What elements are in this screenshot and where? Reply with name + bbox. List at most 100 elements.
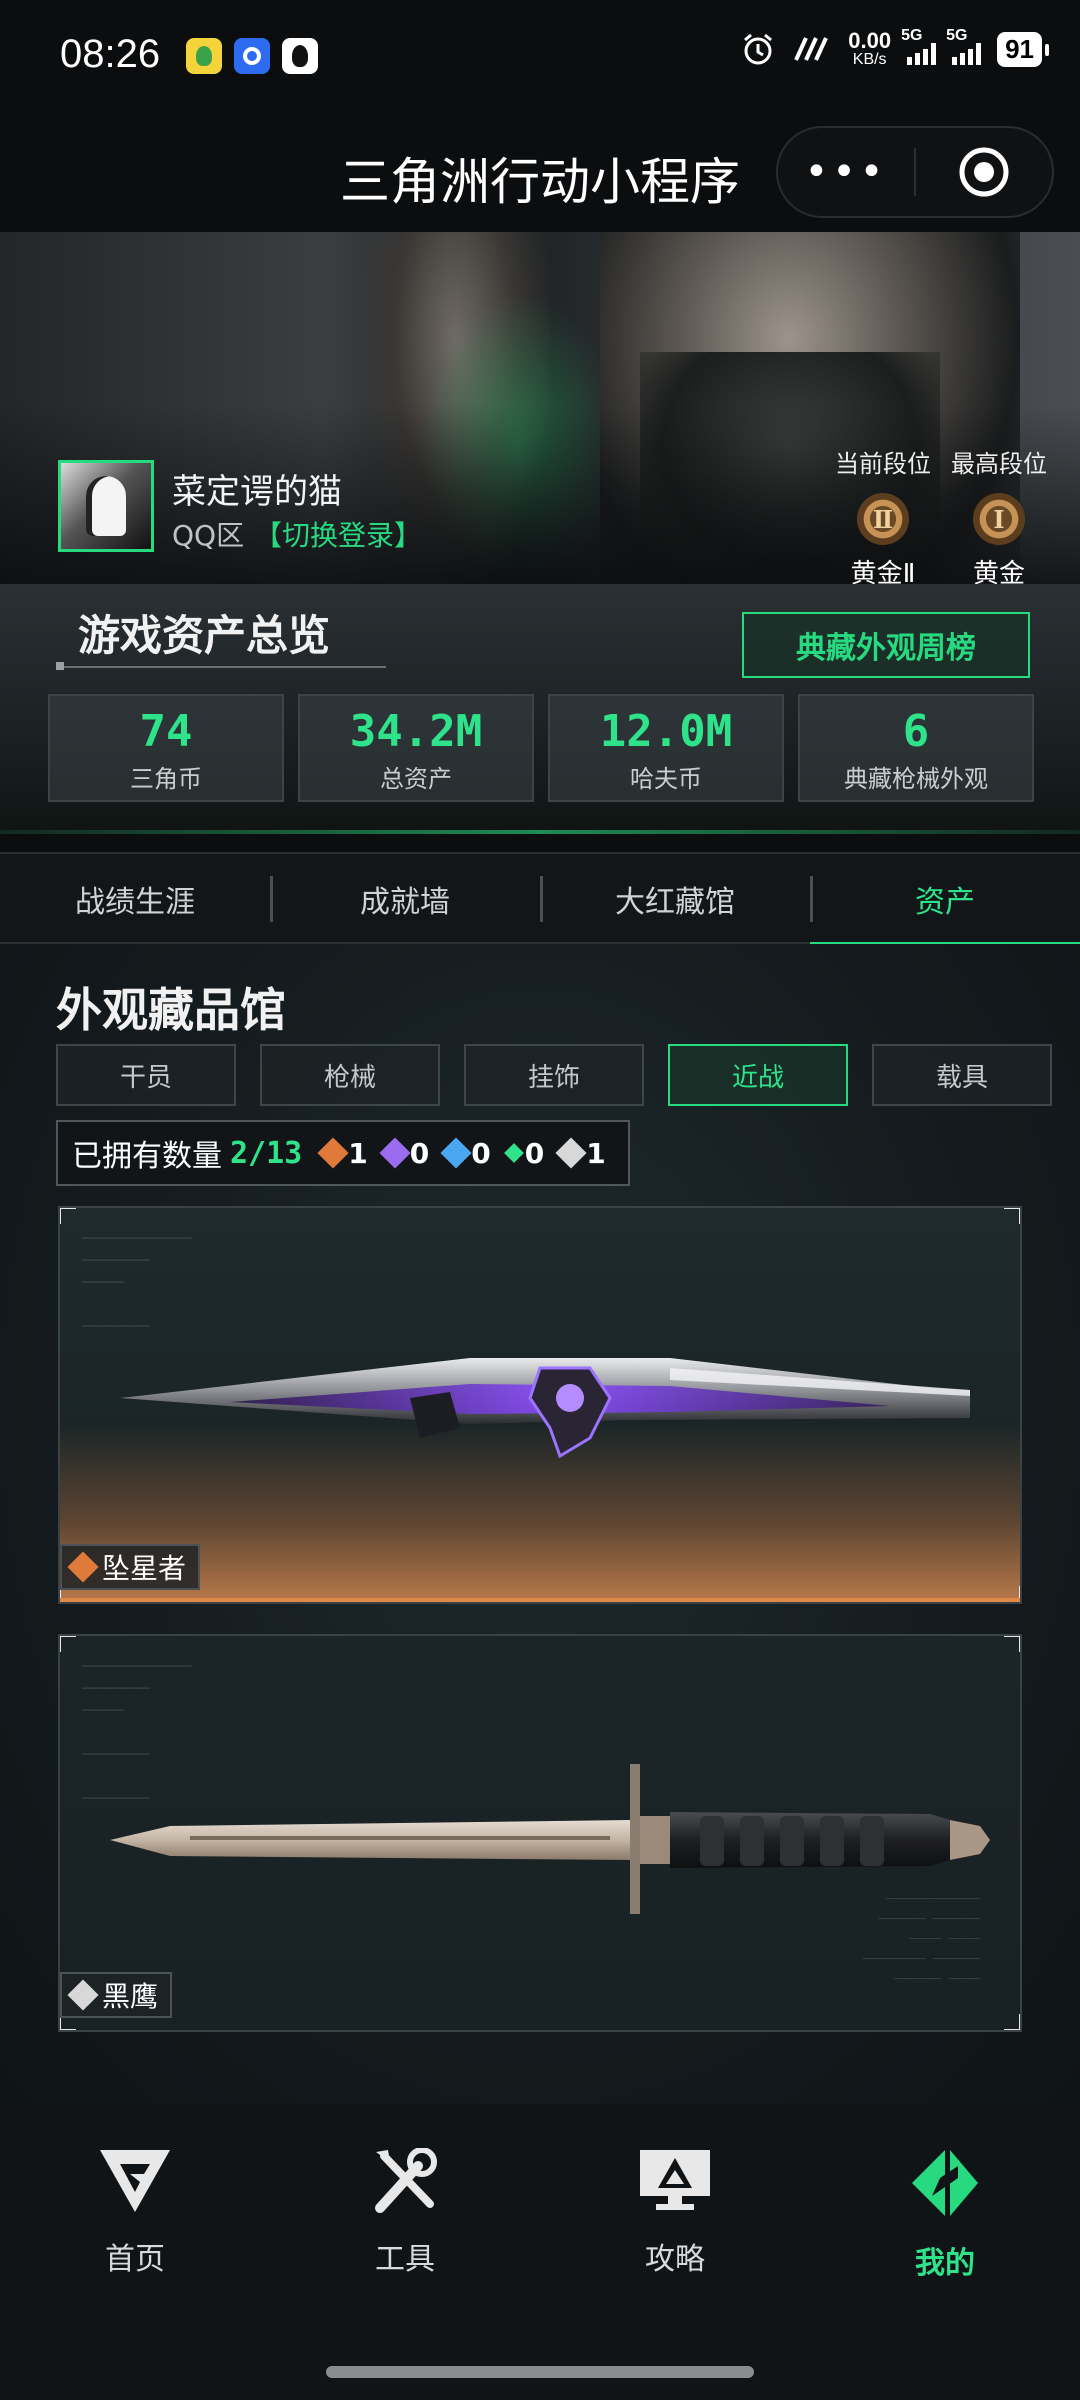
notification-icons: [186, 38, 318, 74]
card-corner: [1004, 2014, 1020, 2030]
avatar-silhouette-icon: [86, 476, 126, 536]
miniprogram-capsule: •••: [776, 126, 1054, 218]
status-time: 08:26: [60, 32, 161, 76]
guide-monitor-icon: [640, 2150, 710, 2210]
nav-tools[interactable]: 工具: [270, 2147, 540, 2278]
tab-achievements[interactable]: 成就墙: [270, 854, 540, 944]
current-rank-label: 当前段位: [835, 450, 931, 478]
category-operators[interactable]: 干员: [56, 1044, 236, 1106]
title-bar: 三角洲行动小程序 •••: [0, 116, 1080, 232]
notification-app-icon: [186, 38, 222, 74]
blue-rarity-icon: [440, 1137, 472, 1169]
tab-assets[interactable]: 资产: [810, 854, 1080, 946]
stat-label: 哈夫币: [630, 765, 702, 793]
nav-guides[interactable]: 攻略: [540, 2148, 810, 2278]
nav-label: 首页: [105, 2242, 165, 2277]
rarity-count: 0: [379, 1136, 430, 1170]
current-rank: 当前段位 Ⅱ 黄金Ⅱ: [828, 444, 938, 584]
title-underline: [56, 662, 386, 670]
category-filter: 干员 枪械 挂饰 近战 载具: [56, 1044, 1052, 1106]
more-button[interactable]: •••: [778, 149, 914, 195]
stat-card: 12.0M 哈夫币: [548, 694, 784, 802]
current-rank-name: 黄金Ⅱ: [850, 559, 916, 584]
collection-item-card[interactable]: ───────────── ──────── ───── ──────── ──────…: [58, 1634, 1022, 2032]
stats-row: 74 三角币 34.2M 总资产 12.0M 哈夫币 6 典藏枪械外观: [48, 694, 1034, 802]
rarity-count: 0: [440, 1136, 491, 1170]
tab-career[interactable]: 战绩生涯: [0, 854, 270, 944]
nav-profile[interactable]: 我的: [810, 2148, 1080, 2282]
gold-rank-badge-icon: Ⅱ: [857, 493, 909, 545]
orange-rarity-icon: [317, 1137, 349, 1169]
profile-logo-icon: [912, 2150, 978, 2216]
server-zone: QQ区: [172, 519, 245, 552]
card-corner: [60, 1208, 76, 1224]
category-charms[interactable]: 挂饰: [464, 1044, 644, 1106]
weekly-ranking-button[interactable]: 典藏外观周榜: [742, 612, 1030, 678]
white-rarity-icon: [555, 1137, 587, 1169]
bottom-navigation: 首页 工具 攻略 我的: [0, 2104, 1080, 2400]
owned-label: 已拥有数量: [72, 1139, 222, 1174]
highest-rank: 最高段位 Ⅰ 黄金: [944, 444, 1054, 584]
rarity-count-value: 1: [586, 1136, 606, 1170]
card-background-pattern: ───────────── ──────── ───── ────────: [82, 1231, 192, 1335]
close-button[interactable]: [916, 144, 1052, 200]
nav-home[interactable]: 首页: [0, 2148, 270, 2278]
sim1-label: 5G: [901, 27, 923, 44]
collection-section: 外观藏品馆 干员 枪械 挂饰 近战 载具 已拥有数量 2/13 1 0 0 0 …: [0, 944, 1080, 2104]
username: 菜定谔的猫: [172, 472, 342, 512]
nfc-icon: [794, 37, 829, 61]
gold-rank-badge-icon: Ⅰ: [973, 493, 1025, 545]
tools-icon: [375, 2147, 437, 2213]
item-name-tag: 黑鹰: [60, 1972, 173, 2018]
category-firearms[interactable]: 枪械: [260, 1044, 440, 1106]
rarity-count: 0: [503, 1136, 545, 1170]
rarity-count-value: 0: [409, 1136, 430, 1170]
item-name: 黑鹰: [102, 1980, 159, 2013]
nav-label: 我的: [915, 2246, 975, 2281]
switch-login-link[interactable]: 【切换登录】: [254, 514, 422, 554]
stat-label: 典藏枪械外观: [844, 765, 988, 793]
card-corner: [1004, 1586, 1020, 1602]
item-name-tag: 坠星者: [60, 1544, 201, 1590]
stat-card: 6 典藏枪械外观: [798, 694, 1034, 802]
stat-value: 34.2M: [349, 706, 483, 757]
signal-icon: 5G: [901, 27, 937, 65]
rarity-count: 1: [317, 1136, 368, 1170]
asset-overview: 游戏资产总览 典藏外观周榜 74 三角币 34.2M 总资产 12.0M 哈夫币…: [0, 584, 1080, 834]
category-vehicles[interactable]: 载具: [872, 1044, 1052, 1106]
network-speed: 0.00 KB/s: [848, 30, 891, 68]
stat-value: 12.0M: [599, 706, 733, 757]
tab-red-collection[interactable]: 大红藏馆: [540, 854, 810, 944]
avatar[interactable]: [58, 460, 154, 552]
owned-count: 2/13: [230, 1135, 303, 1171]
stat-value: 74: [139, 706, 193, 757]
sim2-label: 5G: [946, 27, 968, 44]
stat-card: 74 三角币: [48, 694, 284, 802]
rarity-count-value: 0: [471, 1136, 491, 1170]
category-melee[interactable]: 近战: [668, 1044, 848, 1106]
stat-card: 34.2M 总资产: [298, 694, 534, 802]
gesture-home-bar[interactable]: [326, 2366, 754, 2378]
nav-label: 工具: [375, 2242, 435, 2277]
network-speed-value: 0.00: [848, 28, 892, 53]
alarm-icon: [744, 33, 773, 65]
status-right: 0.00 KB/s 5G 5G 91: [740, 27, 1049, 68]
green-rarity-icon: [503, 1143, 524, 1163]
home-logo-icon: [100, 2150, 170, 2212]
black-hawk-knife-image: [110, 1764, 990, 1914]
status-bar: 08:26 0.00 KB/s 5G 5G 91: [0, 0, 1080, 116]
card-corner: [1004, 1636, 1020, 1652]
rarity-count-value: 1: [348, 1136, 368, 1170]
network-speed-unit: KB/s: [852, 51, 887, 68]
owned-count-bar: 已拥有数量 2/13 1 0 0 0 1: [56, 1120, 630, 1186]
card-corner: [1004, 1208, 1020, 1224]
stat-value: 6: [902, 706, 930, 757]
collection-item-card[interactable]: ───────────── ──────── ───── ──────── 坠星者: [58, 1206, 1022, 1604]
qq-icon: [282, 38, 318, 74]
rarity-count-value: 0: [524, 1136, 545, 1170]
notification-app-icon: [234, 38, 270, 74]
orange-rarity-icon: [67, 1551, 99, 1583]
signal-icon: 5G: [946, 27, 982, 65]
item-name: 坠星者: [102, 1552, 187, 1585]
section-tabs: 战绩生涯 成就墙 大红藏馆 资产: [0, 852, 1080, 946]
